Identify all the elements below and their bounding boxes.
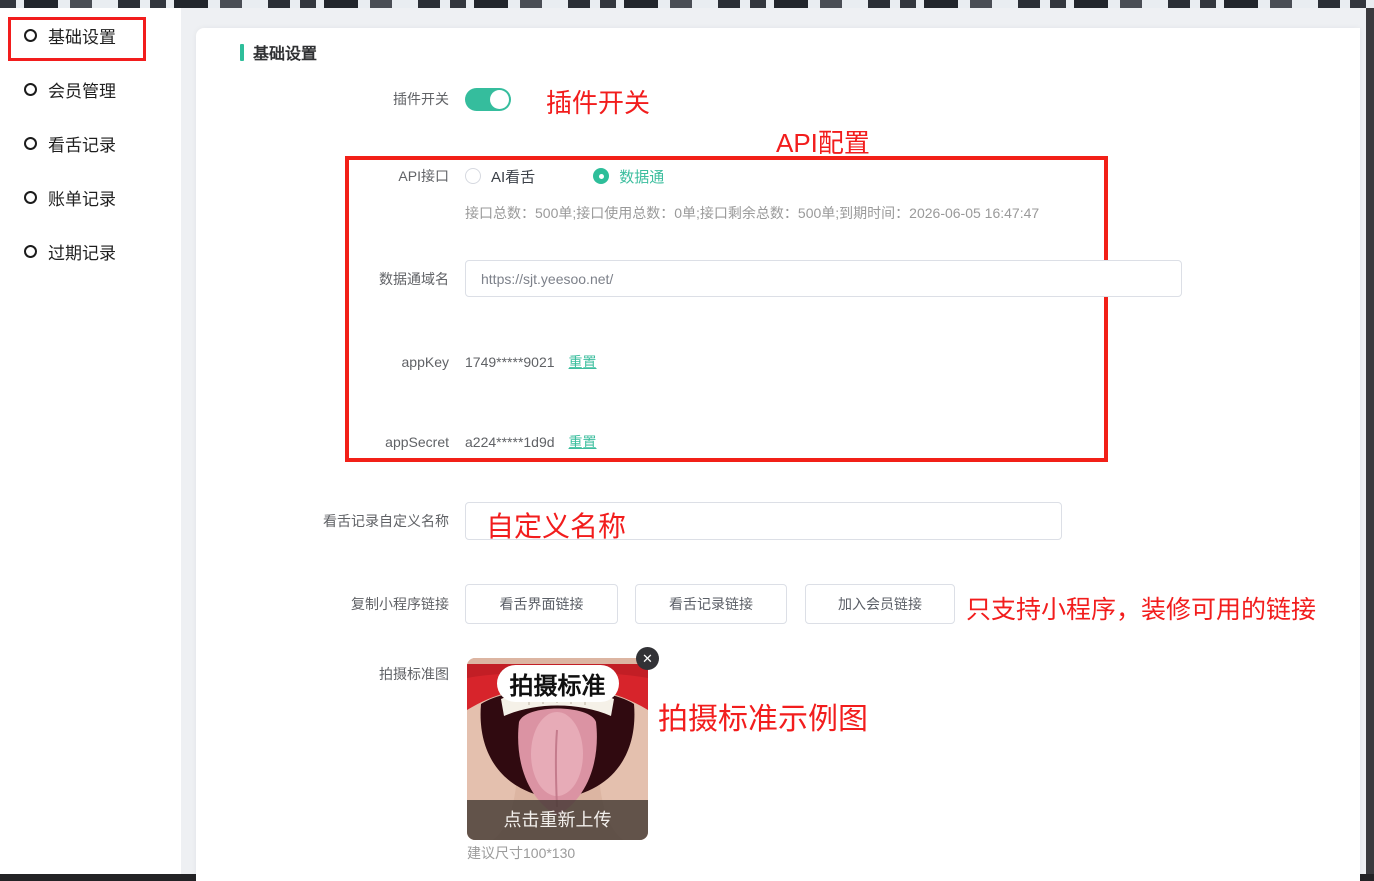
- section-accent-bar: [240, 44, 244, 61]
- sidebar-item-member-management[interactable]: 会员管理: [24, 75, 116, 103]
- sidebar-item-label: 账单记录: [48, 185, 116, 210]
- join-member-link-button[interactable]: 加入会员链接: [805, 584, 955, 624]
- custom-name-label: 看舌记录自定义名称: [196, 511, 449, 531]
- appsecret-value: a224*****1d9d: [465, 434, 555, 450]
- plugin-switch-toggle[interactable]: [465, 88, 511, 111]
- plugin-switch-row: 插件开关: [196, 85, 511, 113]
- domain-label: 数据通域名: [196, 269, 449, 289]
- radio-ai-tongue[interactable]: AI看舌: [465, 166, 535, 187]
- appsecret-row: appSecret a224*****1d9d 重置: [196, 430, 597, 454]
- copy-links-label: 复制小程序链接: [196, 594, 449, 614]
- circle-icon: [24, 245, 37, 258]
- sidebar-item-bill-records[interactable]: 账单记录: [24, 183, 116, 211]
- circle-icon: [24, 191, 37, 204]
- radio-selected-icon: [593, 168, 609, 184]
- annotation-switch: 插件开关: [546, 83, 650, 120]
- annotation-image-example: 拍摄标准示例图: [658, 694, 868, 738]
- sidebar-item-basic-settings[interactable]: 基础设置: [24, 21, 116, 49]
- domain-row: 数据通域名: [196, 260, 1182, 297]
- photo-standard-badge: 拍摄标准: [497, 665, 619, 702]
- sidebar-item-tongue-records[interactable]: 看舌记录: [24, 129, 116, 157]
- page-title: 基础设置: [253, 40, 317, 64]
- standard-image-label: 拍摄标准图: [196, 664, 449, 684]
- standard-image-uploader: 拍摄标准 点击重新上传 ✕: [467, 658, 648, 840]
- appkey-row: appKey 1749*****9021 重置: [196, 350, 597, 374]
- circle-icon: [24, 137, 37, 150]
- reupload-overlay[interactable]: 点击重新上传: [467, 800, 648, 840]
- standard-image-row: 拍摄标准图: [196, 664, 465, 684]
- api-radio-group: AI看舌 数据通: [465, 166, 722, 187]
- radio-datatong[interactable]: 数据通: [593, 166, 664, 187]
- browser-edge-strip: [0, 0, 1374, 8]
- tongue-photo[interactable]: 拍摄标准 点击重新上传: [467, 658, 648, 840]
- appsecret-reset-link[interactable]: 重置: [569, 432, 597, 452]
- appkey-reset-link[interactable]: 重置: [569, 352, 597, 372]
- annotation-api-config: API配置: [776, 123, 870, 160]
- close-icon[interactable]: ✕: [636, 647, 659, 670]
- domain-input[interactable]: [465, 260, 1182, 297]
- api-interface-label: API接口: [196, 166, 449, 186]
- image-size-hint: 建议尺寸100*130: [467, 843, 575, 863]
- appsecret-label: appSecret: [196, 434, 449, 450]
- sidebar-item-label: 看舌记录: [48, 131, 116, 156]
- settings-sidebar: 基础设置 会员管理 看舌记录 账单记录 过期记录: [0, 8, 181, 874]
- circle-icon: [24, 83, 37, 96]
- sidebar-item-expired-records[interactable]: 过期记录: [24, 237, 116, 265]
- tongue-record-link-button[interactable]: 看舌记录链接: [635, 584, 787, 624]
- annotation-custom-name: 自定义名称: [486, 505, 626, 545]
- appkey-value: 1749*****9021: [465, 354, 555, 370]
- api-quota-text: 接口总数：500单;接口使用总数：0单;接口剩余总数：500单;到期时间：202…: [465, 203, 1039, 223]
- appkey-label: appKey: [196, 354, 449, 370]
- api-interface-row: API接口 AI看舌 数据通: [196, 162, 722, 190]
- toggle-knob-icon: [490, 90, 509, 109]
- annotation-links: 只支持小程序，装修可用的链接: [966, 590, 1316, 626]
- window-right-edge: [1366, 8, 1374, 881]
- section-header: 基础设置: [240, 40, 317, 64]
- basic-settings-panel: 基础设置 插件开关 插件开关 API配置 API接口 AI看舌 数据通 接口总数…: [196, 28, 1360, 881]
- radio-label: AI看舌: [491, 166, 535, 187]
- copy-links-row: 复制小程序链接 看舌界面链接 看舌记录链接 加入会员链接: [196, 583, 955, 625]
- sidebar-item-label: 会员管理: [48, 77, 116, 102]
- sidebar-item-label: 过期记录: [48, 239, 116, 264]
- radio-unselected-icon: [465, 168, 481, 184]
- tongue-ui-link-button[interactable]: 看舌界面链接: [465, 584, 618, 624]
- radio-label: 数据通: [619, 166, 664, 187]
- circle-icon: [24, 29, 37, 42]
- custom-name-row: 看舌记录自定义名称: [196, 502, 1062, 540]
- sidebar-item-label: 基础设置: [48, 23, 116, 48]
- plugin-switch-label: 插件开关: [196, 89, 449, 109]
- annotation-api-box: [345, 156, 1108, 462]
